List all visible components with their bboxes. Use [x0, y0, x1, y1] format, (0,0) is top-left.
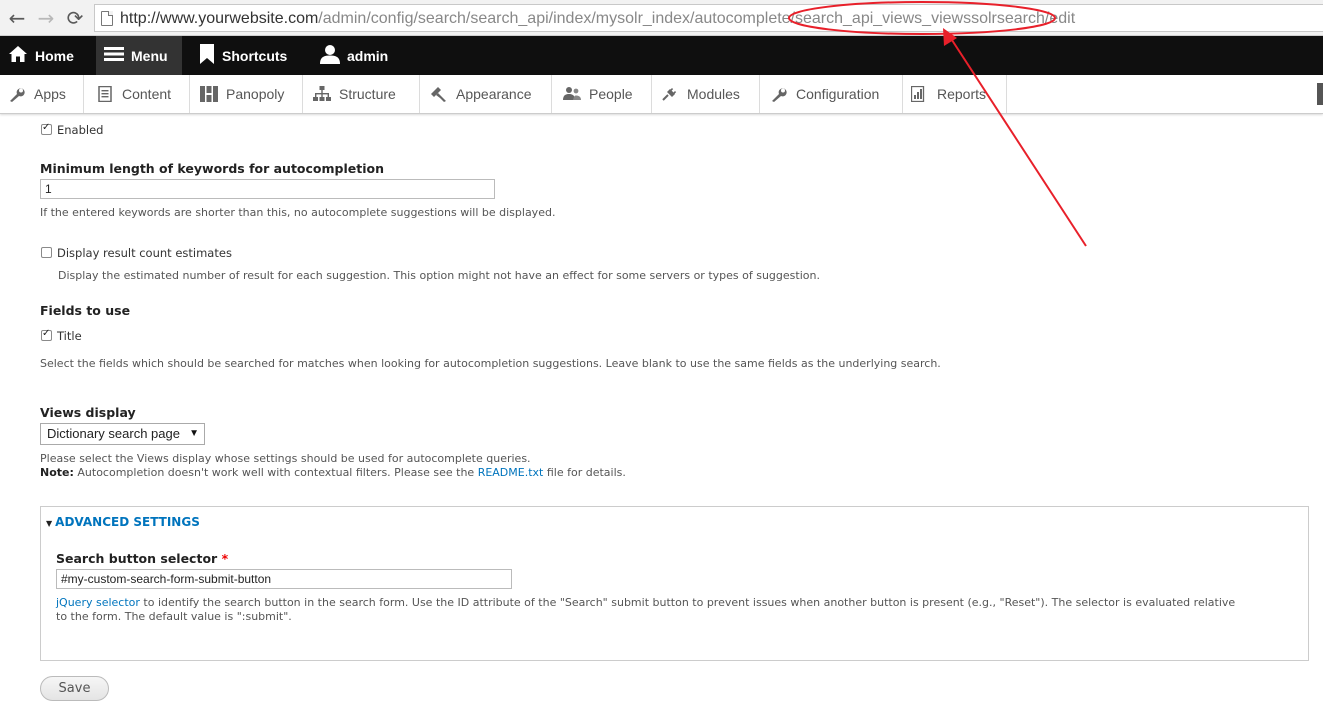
button-selector-label-text: Search button selector	[56, 551, 218, 566]
views-display-label: Views display	[40, 405, 136, 420]
wrench-icon	[770, 86, 788, 102]
button-selector-description-line2: to the form. The default value is ":subm…	[56, 610, 292, 623]
fields-to-use-label: Fields to use	[40, 303, 131, 318]
back-arrow-icon[interactable]: ←	[6, 7, 28, 29]
note-text-after: file for details.	[543, 466, 626, 479]
views-display-note: Note: Autocompletion doesn't work well w…	[40, 466, 626, 479]
dropdown-arrow-icon: ▼	[189, 428, 199, 439]
result-count-checkbox[interactable]	[41, 247, 52, 258]
tray-item-label: People	[589, 86, 633, 102]
url-host: http://www.yourwebsite.com	[120, 10, 319, 27]
browser-bar: ← → ⟳ http://www.yourwebsite.com/admin/c…	[0, 0, 1323, 36]
wrench-icon	[8, 86, 26, 102]
save-button[interactable]: Save	[40, 676, 109, 701]
address-bar[interactable]: http://www.yourwebsite.com/admin/config/…	[94, 4, 1323, 32]
min-length-description: If the entered keywords are shorter than…	[40, 206, 556, 219]
result-count-description: Display the estimated number of result f…	[58, 269, 820, 282]
reload-icon[interactable]: ⟳	[64, 7, 86, 29]
tray-item-label: Modules	[687, 86, 740, 102]
result-count-label: Display result count estimates	[57, 246, 232, 260]
enabled-label: Enabled	[57, 123, 104, 137]
min-length-input[interactable]: 1	[40, 179, 495, 199]
toolbar-shortcuts[interactable]: Shortcuts	[199, 36, 287, 75]
advanced-settings-fieldset: ▼ ADVANCED SETTINGS Search button selecto…	[40, 506, 1309, 661]
document-icon	[96, 85, 114, 103]
advanced-settings-toggle[interactable]: ▼ ADVANCED SETTINGS	[46, 515, 200, 529]
forward-arrow-icon[interactable]: →	[35, 7, 57, 29]
tray-scroll-handle[interactable]	[1317, 83, 1323, 105]
tray-item-people[interactable]: People	[552, 75, 652, 113]
plug-icon	[661, 86, 679, 102]
tray-item-configuration[interactable]: Configuration	[760, 75, 903, 113]
readme-link[interactable]: README.txt	[478, 466, 544, 479]
hamburger-icon	[104, 46, 124, 65]
min-length-label: Minimum length of keywords for autocompl…	[40, 161, 384, 176]
tray-item-modules[interactable]: Modules	[652, 75, 760, 113]
collapse-triangle-icon: ▼	[46, 519, 53, 528]
paintbrush-icon	[430, 86, 448, 102]
toolbar-menu-label: Menu	[131, 47, 168, 64]
user-icon	[320, 44, 340, 67]
tray-item-label: Content	[122, 86, 172, 102]
tray-item-apps[interactable]: Apps	[0, 75, 84, 113]
fields-description: Select the fields which should be search…	[40, 357, 941, 370]
url-path: /admin/config/search/search_api/index/my…	[318, 10, 1076, 27]
bookmark-icon	[199, 44, 215, 67]
note-text: Autocompletion doesn't work well with co…	[73, 466, 478, 479]
tray-item-content[interactable]: Content	[84, 75, 190, 113]
toolbar-user-label: admin	[347, 47, 389, 64]
tray-item-reports[interactable]: Reports	[903, 75, 1007, 113]
url-text: http://www.yourwebsite.com/admin/config/…	[120, 10, 1075, 28]
tray-item-label: Apps	[34, 86, 66, 102]
field-title-label: Title	[57, 329, 82, 343]
views-display-description: Please select the Views display whose se…	[40, 452, 531, 465]
sitemap-icon	[313, 86, 331, 102]
button-selector-label: Search button selector *	[56, 551, 228, 566]
people-icon	[563, 86, 581, 102]
required-mark: *	[221, 551, 229, 566]
views-display-value: Dictionary search page	[47, 426, 180, 441]
button-selector-description: jQuery selector to identify the search b…	[56, 596, 1235, 609]
admin-toolbar: Home Menu Shortcuts admin	[0, 36, 1323, 75]
tray-item-label: Reports	[937, 86, 987, 102]
enabled-checkbox[interactable]	[41, 122, 52, 135]
tray-item-label: Structure	[339, 86, 396, 102]
toolbar-menu[interactable]: Menu	[96, 36, 182, 75]
field-title-checkbox[interactable]	[41, 328, 52, 341]
advanced-settings-legend: ADVANCED SETTINGS	[55, 515, 200, 529]
toolbar-user[interactable]: admin	[320, 36, 388, 75]
button-selector-input[interactable]: #my-custom-search-form-submit-button	[56, 569, 512, 589]
tray-item-structure[interactable]: Structure	[303, 75, 420, 113]
admin-tray: Apps Content Panopoly Structure Appearan…	[0, 75, 1323, 114]
toolbar-home[interactable]: Home	[8, 36, 82, 75]
selector-desc-line1: to identify the search button in the sea…	[139, 596, 1236, 609]
views-display-select[interactable]: Dictionary search page ▼	[40, 423, 205, 445]
toolbar-shortcuts-label: Shortcuts	[222, 47, 288, 64]
chart-icon	[910, 85, 929, 103]
home-icon	[8, 45, 28, 66]
tray-item-appearance[interactable]: Appearance	[420, 75, 552, 113]
tray-item-label: Appearance	[456, 86, 532, 102]
page-icon	[101, 11, 113, 26]
panels-icon	[200, 86, 218, 102]
tray-item-label: Panopoly	[226, 86, 285, 102]
jquery-selector-link[interactable]: jQuery selector	[56, 596, 140, 609]
note-prefix: Note:	[40, 466, 74, 479]
toolbar-home-label: Home	[35, 47, 74, 64]
tray-item-panopoly[interactable]: Panopoly	[190, 75, 303, 113]
tray-item-label: Configuration	[796, 86, 880, 102]
